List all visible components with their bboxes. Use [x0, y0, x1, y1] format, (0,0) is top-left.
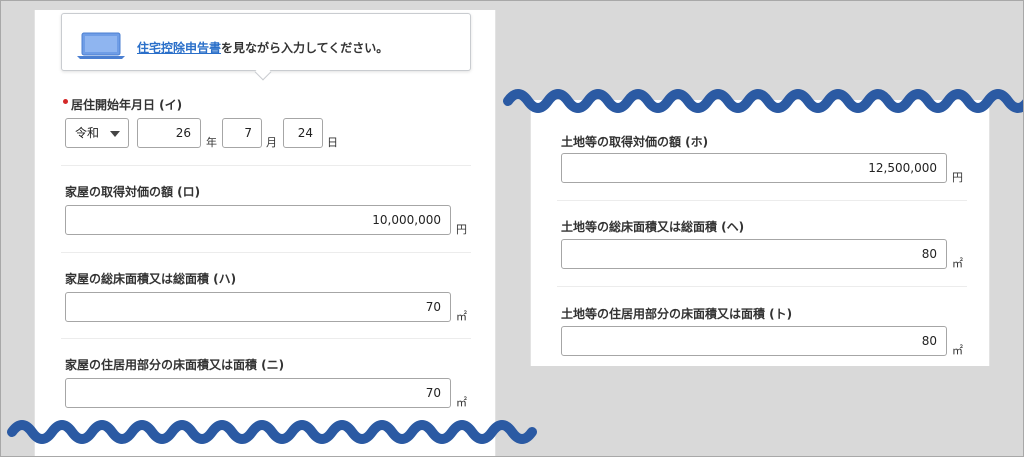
wave-top-right [503, 89, 1024, 113]
wave-bottom-left [7, 420, 537, 444]
wave-cut-decoration [7, 89, 1024, 444]
